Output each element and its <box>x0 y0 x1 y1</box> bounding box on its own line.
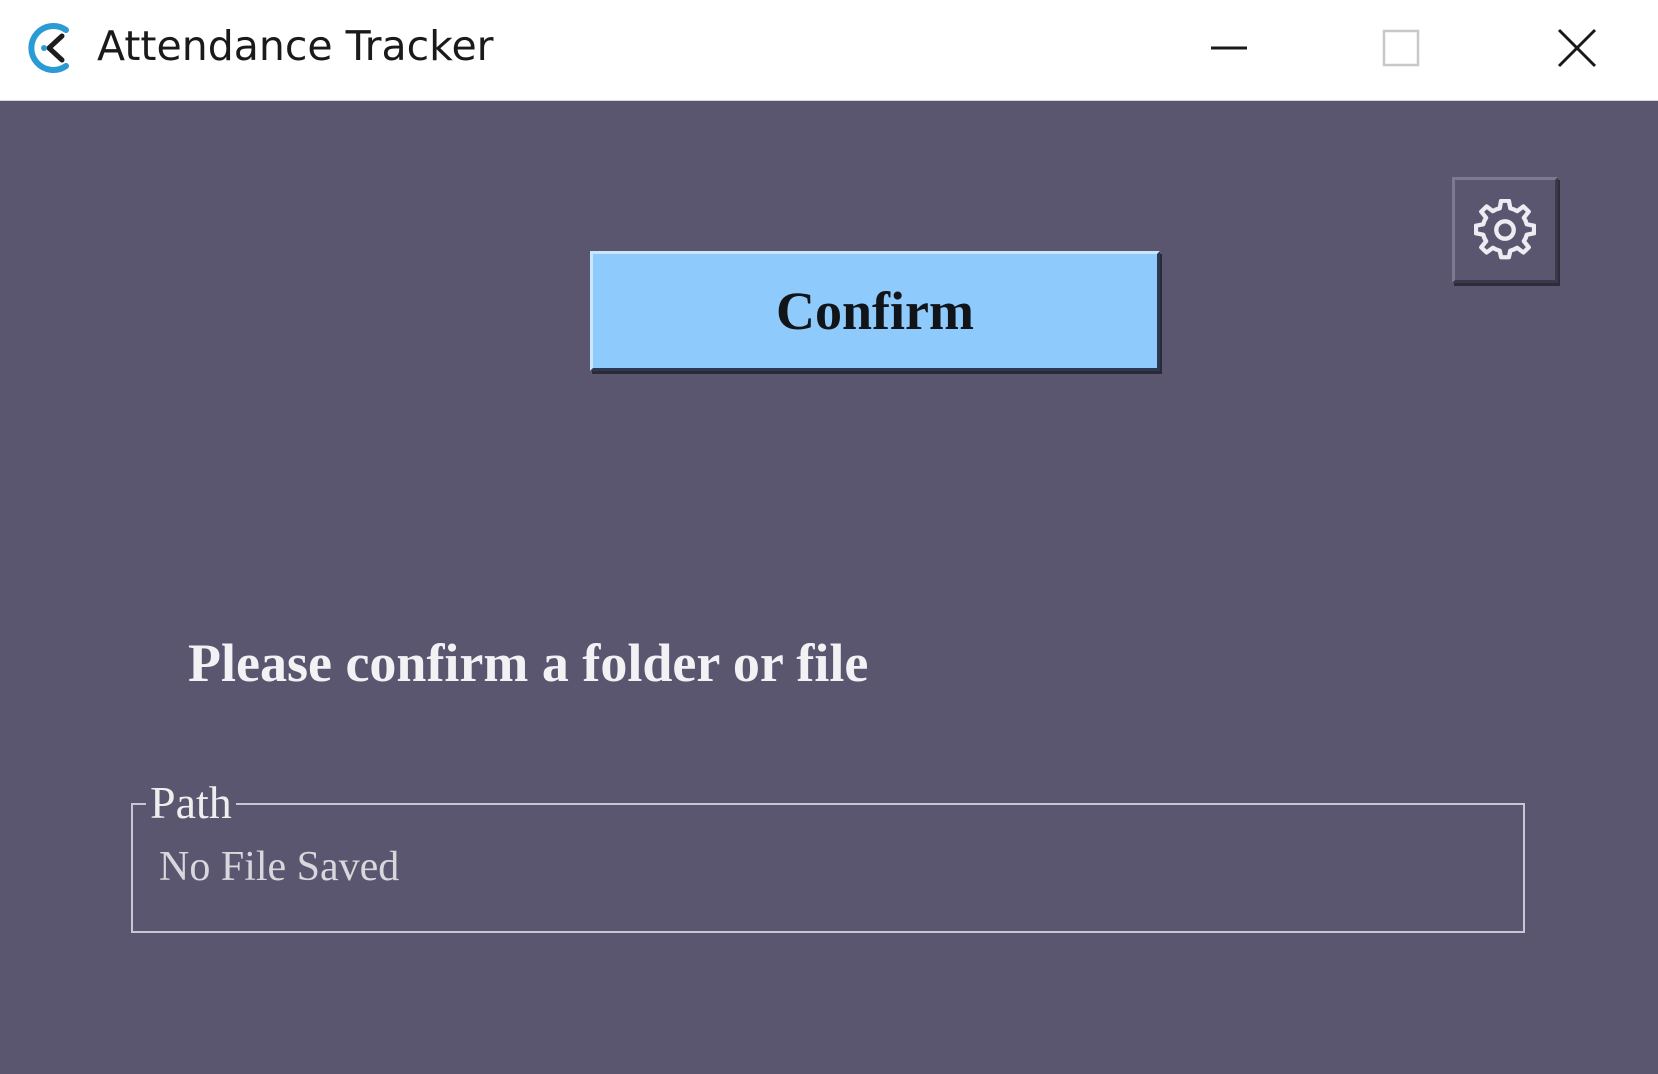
main-panel: Confirm Please confirm a folder or file … <box>0 101 1658 1074</box>
minimize-icon <box>1211 46 1247 50</box>
settings-button[interactable] <box>1452 177 1558 283</box>
maximize-icon <box>1382 29 1420 67</box>
close-icon <box>1557 28 1597 68</box>
minimize-button[interactable] <box>1154 0 1304 96</box>
app-window: Attendance Tracker Confirm Please confir… <box>0 0 1658 1074</box>
instruction-text: Please confirm a folder or file <box>188 633 869 693</box>
title-bar[interactable]: Attendance Tracker <box>0 0 1658 101</box>
gear-icon <box>1474 199 1536 260</box>
path-group-box: Path No File Saved <box>131 775 1525 933</box>
close-button[interactable] <box>1502 0 1652 96</box>
maximize-button[interactable] <box>1326 0 1476 96</box>
app-logo-icon <box>28 23 69 73</box>
path-value: No File Saved <box>159 844 400 890</box>
path-label: Path <box>146 775 236 831</box>
confirm-button[interactable]: Confirm <box>590 251 1160 371</box>
window-title: Attendance Tracker <box>97 22 494 70</box>
